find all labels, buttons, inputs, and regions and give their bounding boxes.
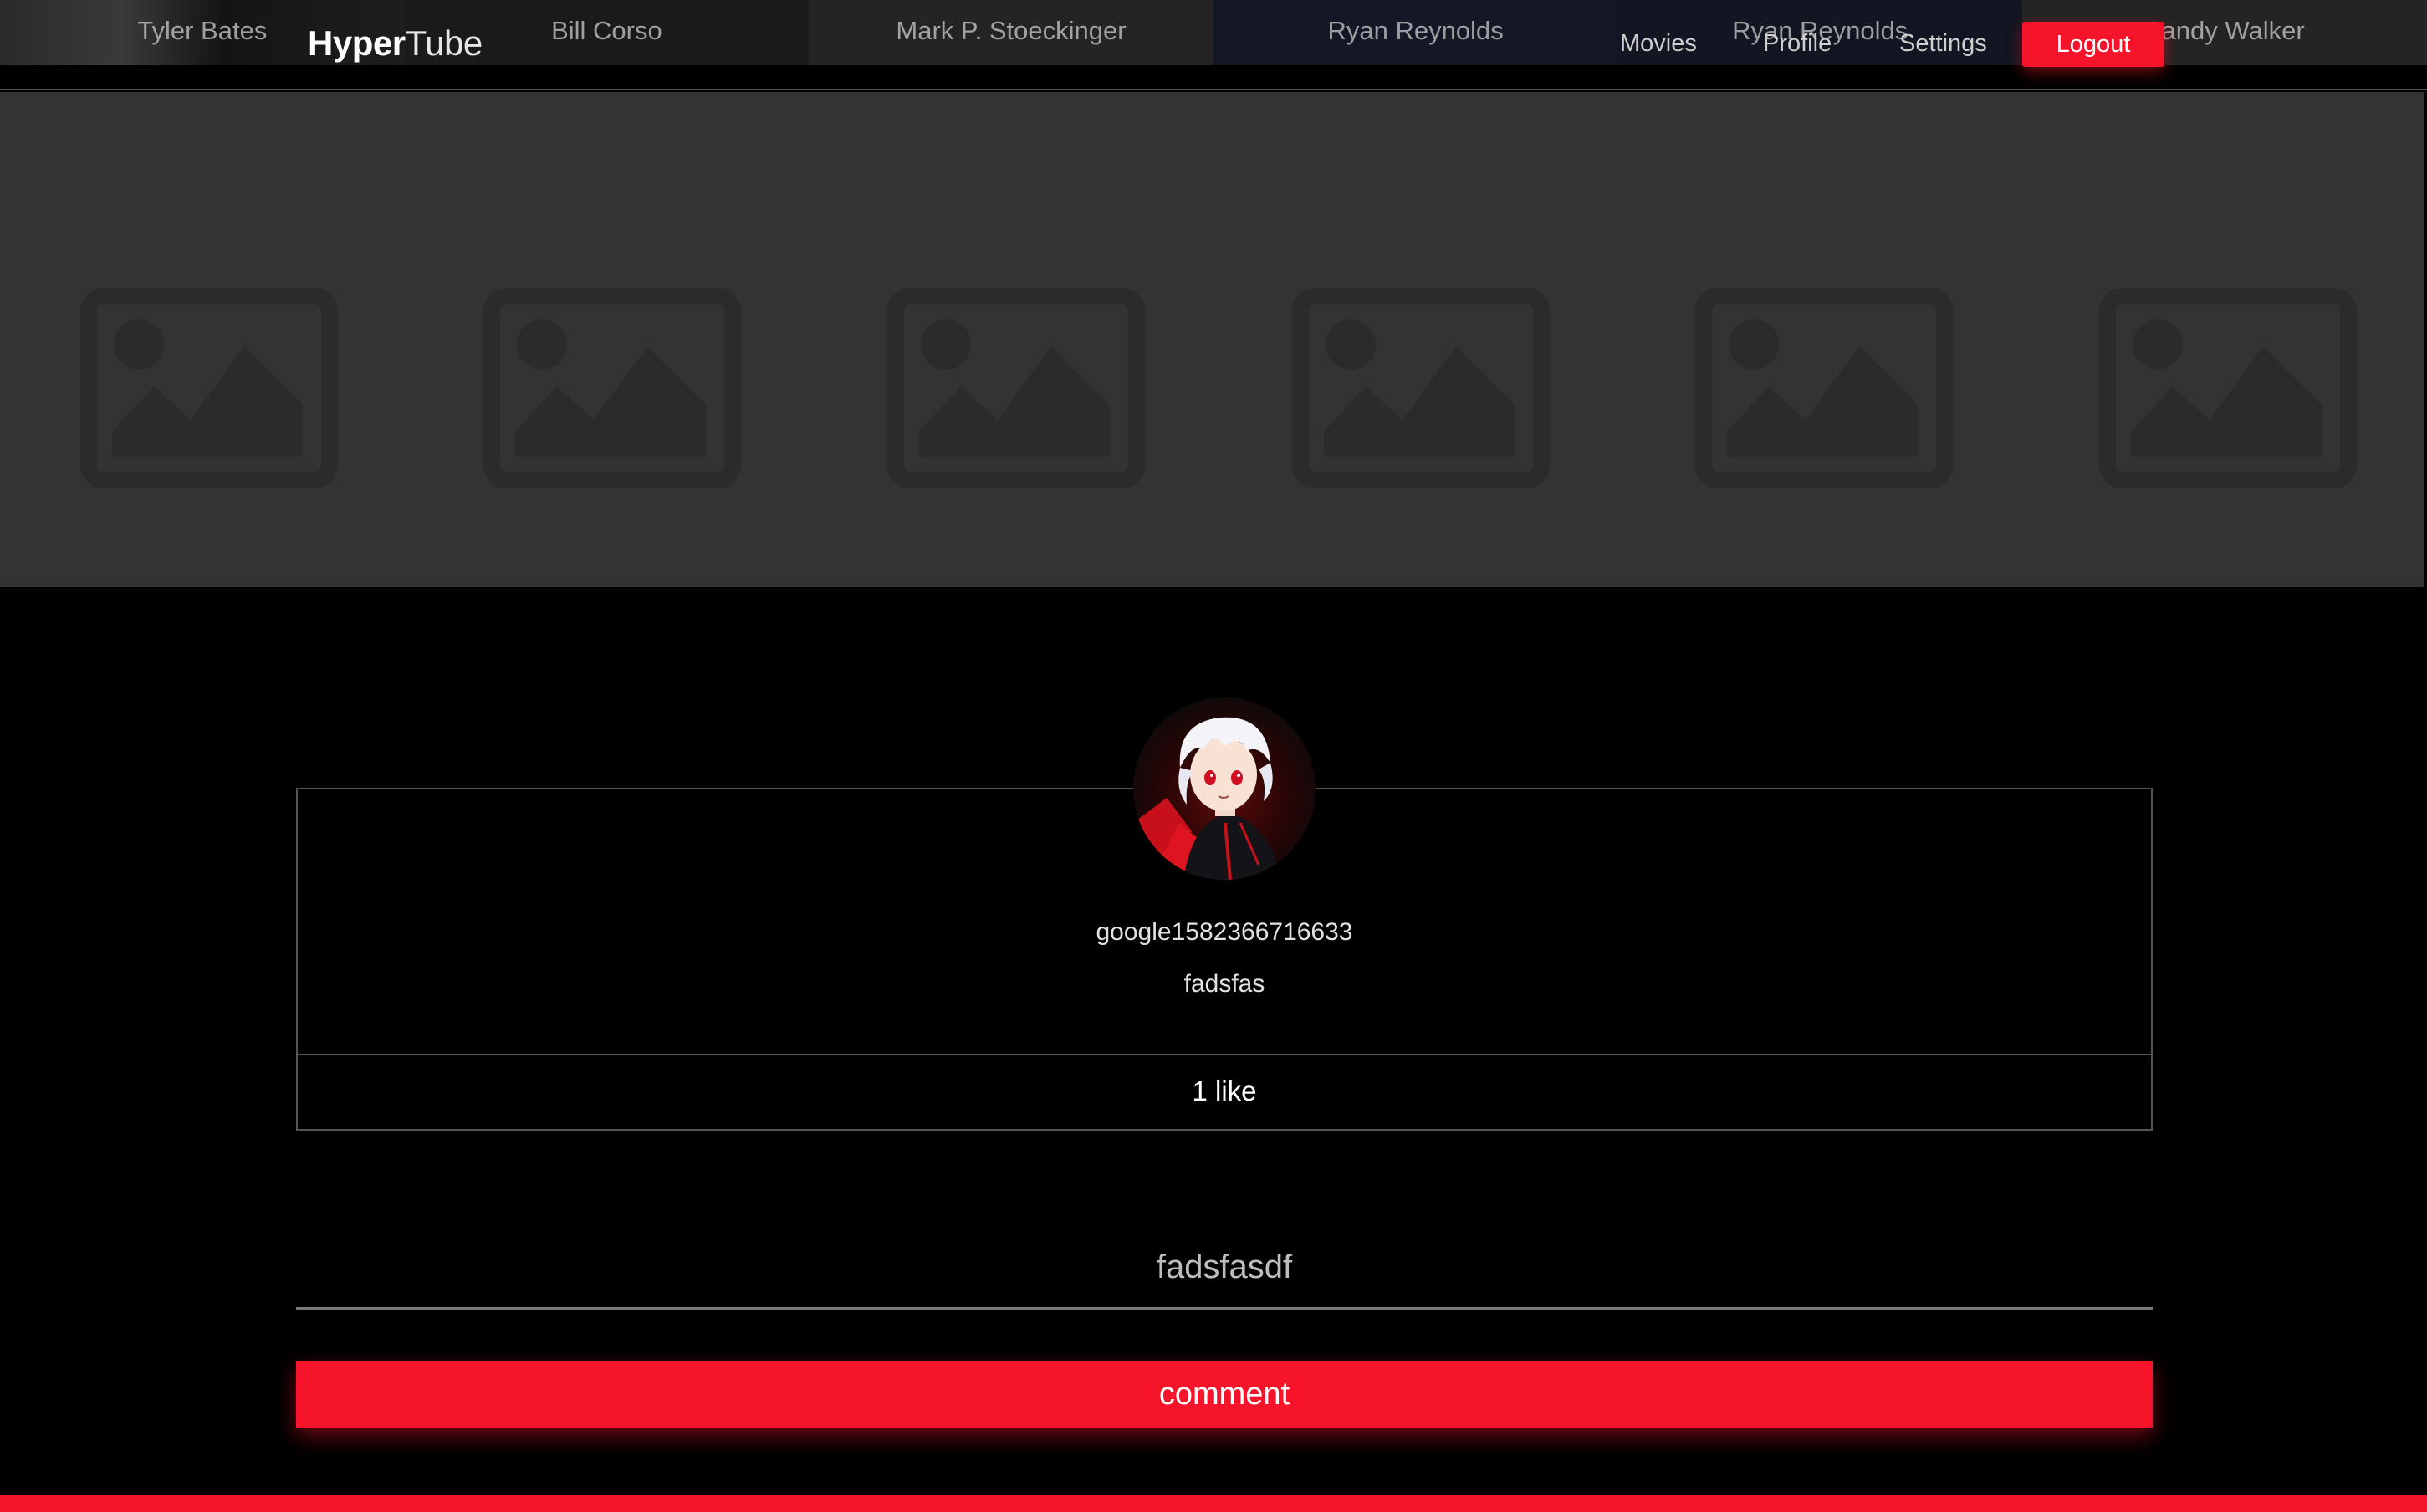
footer-accent-bar [0, 1495, 2427, 1512]
brand-logo-bold: Hyper [308, 23, 406, 63]
card-divider [298, 1054, 2151, 1055]
image-placeholder-icon[interactable] [1695, 288, 1953, 488]
anime-avatar-icon [1133, 697, 1316, 880]
brand-logo[interactable]: HyperTube [308, 23, 483, 64]
profile-username: google1582366716633 [1096, 918, 1353, 946]
image-placeholder-icon[interactable] [1292, 288, 1550, 488]
top-navbar: HyperTube Movies Profile Settings Logout [0, 0, 2427, 90]
image-placeholder-icon[interactable] [887, 288, 1145, 488]
profile-bio: fadsfas [1183, 970, 1265, 998]
avatar[interactable] [1133, 697, 1316, 880]
movie-gallery [0, 92, 2424, 587]
logout-button[interactable]: Logout [2022, 22, 2164, 67]
nav-movies-link[interactable]: Movies [1620, 30, 1697, 58]
likes-count[interactable]: 1 like [296, 1075, 2153, 1107]
nav-settings-link[interactable]: Settings [1899, 30, 1987, 58]
image-placeholder-icon[interactable] [80, 288, 338, 488]
comment-submit-button[interactable]: comment [296, 1361, 2153, 1428]
brand-logo-light: Tube [405, 23, 483, 63]
image-placeholder-icon[interactable] [2099, 288, 2357, 488]
nav-profile-link[interactable]: Profile [1763, 30, 1832, 58]
comment-input[interactable] [296, 1228, 2153, 1310]
image-placeholder-icon[interactable] [483, 288, 741, 488]
